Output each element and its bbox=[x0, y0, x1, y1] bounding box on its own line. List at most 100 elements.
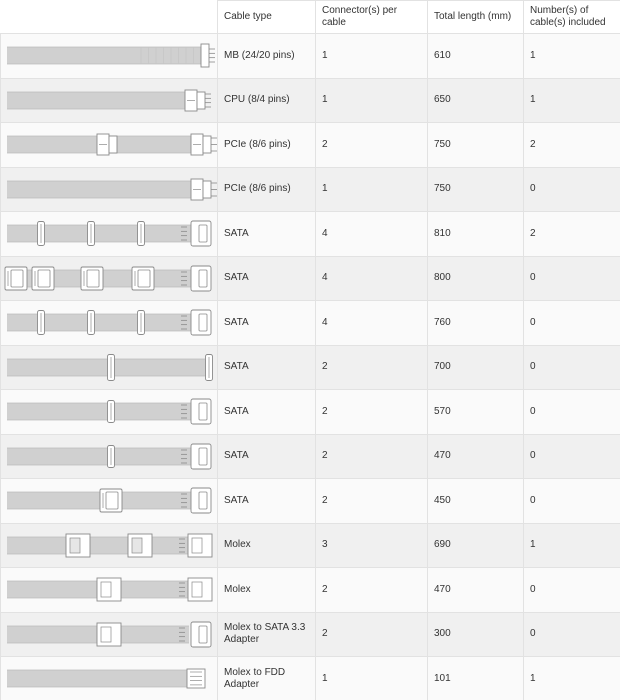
molex-fdd-adapter-icon bbox=[7, 668, 206, 689]
table-header-row: Cable type Connector(s) per cable Total … bbox=[0, 0, 620, 34]
included-cell: 0 bbox=[523, 344, 620, 390]
pcie-single-cable-icon bbox=[7, 178, 217, 201]
pcie-dual-cable-icon bbox=[7, 133, 217, 156]
header-cable-image bbox=[0, 0, 218, 34]
table-row: Molex 3 690 1 bbox=[0, 522, 620, 568]
cable-image-cell bbox=[0, 433, 218, 479]
cable-type-cell: SATA bbox=[217, 255, 316, 301]
cable-type-cell: Molex to SATA 3.3 Adapter bbox=[217, 611, 316, 657]
connectors-cell: 1 bbox=[315, 33, 428, 79]
length-cell: 610 bbox=[427, 33, 524, 79]
table-row: SATA 4 760 0 bbox=[0, 300, 620, 346]
sata-2-slim-cable-icon bbox=[7, 398, 212, 425]
cable-image-cell bbox=[0, 255, 218, 301]
connectors-cell: 2 bbox=[315, 478, 428, 524]
length-cell: 450 bbox=[427, 478, 524, 524]
included-cell: 0 bbox=[523, 611, 620, 657]
length-cell: 800 bbox=[427, 255, 524, 301]
connectors-cell: 2 bbox=[315, 344, 428, 390]
connectors-cell: 2 bbox=[315, 122, 428, 168]
cable-image-cell bbox=[0, 33, 218, 79]
cable-type-cell: Molex to FDD Adapter bbox=[217, 656, 316, 700]
cable-type-cell: PCIe (8/6 pins) bbox=[217, 122, 316, 168]
length-cell: 570 bbox=[427, 389, 524, 435]
sata-4-slim-cable-icon bbox=[7, 220, 212, 247]
table-row: SATA 4 810 2 bbox=[0, 211, 620, 257]
sata-4-slim-cable-icon bbox=[7, 309, 212, 336]
cable-image-cell bbox=[0, 344, 218, 390]
cable-type-cell: SATA bbox=[217, 300, 316, 346]
cable-image-cell bbox=[0, 300, 218, 346]
length-cell: 750 bbox=[427, 166, 524, 212]
included-cell: 0 bbox=[523, 300, 620, 346]
cable-image-cell bbox=[0, 611, 218, 657]
cable-type-cell: SATA bbox=[217, 478, 316, 524]
cpu-cable-icon bbox=[7, 89, 211, 112]
cable-type-cell: SATA bbox=[217, 433, 316, 479]
included-cell: 0 bbox=[523, 389, 620, 435]
length-cell: 101 bbox=[427, 656, 524, 700]
table-row: SATA 2 700 0 bbox=[0, 344, 620, 390]
included-cell: 0 bbox=[523, 255, 620, 301]
cable-image-cell bbox=[0, 166, 218, 212]
cable-type-cell: Molex bbox=[217, 522, 316, 568]
molex-2-cable-icon bbox=[7, 577, 213, 602]
length-cell: 650 bbox=[427, 77, 524, 123]
sata-2-slim-cable-icon bbox=[7, 443, 212, 470]
length-cell: 700 bbox=[427, 344, 524, 390]
cable-type-cell: SATA bbox=[217, 389, 316, 435]
connectors-cell: 2 bbox=[315, 433, 428, 479]
cable-image-cell bbox=[0, 122, 218, 168]
cable-image-cell bbox=[0, 77, 218, 123]
included-cell: 1 bbox=[523, 77, 620, 123]
cable-image-cell bbox=[0, 389, 218, 435]
header-connectors: Connector(s) per cable bbox=[315, 0, 428, 34]
molex-3-cable-icon bbox=[7, 533, 213, 558]
cable-image-cell bbox=[0, 211, 218, 257]
cable-type-cell: Molex bbox=[217, 567, 316, 613]
length-cell: 470 bbox=[427, 433, 524, 479]
connectors-cell: 4 bbox=[315, 300, 428, 346]
included-cell: 0 bbox=[523, 166, 620, 212]
length-cell: 760 bbox=[427, 300, 524, 346]
connectors-cell: 1 bbox=[315, 77, 428, 123]
length-cell: 750 bbox=[427, 122, 524, 168]
table-row: SATA 2 470 0 bbox=[0, 433, 620, 479]
included-cell: 2 bbox=[523, 211, 620, 257]
connectors-cell: 4 bbox=[315, 255, 428, 301]
included-cell: 0 bbox=[523, 433, 620, 479]
sata-2-end-slim-cable-icon bbox=[7, 353, 213, 381]
table-row: CPU (8/4 pins) 1 650 1 bbox=[0, 77, 620, 123]
table-row: SATA 2 450 0 bbox=[0, 478, 620, 524]
connectors-cell: 4 bbox=[315, 211, 428, 257]
included-cell: 0 bbox=[523, 478, 620, 524]
included-cell: 1 bbox=[523, 656, 620, 700]
table-row: Molex to FDD Adapter 1 101 1 bbox=[0, 656, 620, 700]
table-row: PCIe (8/6 pins) 2 750 2 bbox=[0, 122, 620, 168]
length-cell: 300 bbox=[427, 611, 524, 657]
header-included: Number(s) of cable(s) included bbox=[523, 0, 620, 34]
table-row: Molex to SATA 3.3 Adapter 2 300 0 bbox=[0, 611, 620, 657]
connectors-cell: 1 bbox=[315, 166, 428, 212]
length-cell: 690 bbox=[427, 522, 524, 568]
cable-type-cell: PCIe (8/6 pins) bbox=[217, 166, 316, 212]
cable-image-cell bbox=[0, 478, 218, 524]
included-cell: 1 bbox=[523, 522, 620, 568]
table-row: PCIe (8/6 pins) 1 750 0 bbox=[0, 166, 620, 212]
connectors-cell: 2 bbox=[315, 611, 428, 657]
header-length: Total length (mm) bbox=[427, 0, 524, 34]
table-row: SATA 4 800 0 bbox=[0, 255, 620, 301]
length-cell: 470 bbox=[427, 567, 524, 613]
included-cell: 2 bbox=[523, 122, 620, 168]
included-cell: 1 bbox=[523, 33, 620, 79]
cable-type-cell: CPU (8/4 pins) bbox=[217, 77, 316, 123]
table-row: Molex 2 470 0 bbox=[0, 567, 620, 613]
table-row: SATA 2 570 0 bbox=[0, 389, 620, 435]
connectors-cell: 3 bbox=[315, 522, 428, 568]
cable-image-cell bbox=[0, 522, 218, 568]
molex-sata-adapter-icon bbox=[7, 621, 212, 648]
length-cell: 810 bbox=[427, 211, 524, 257]
sata-4-wide-cable-icon bbox=[4, 265, 212, 292]
header-cable-type: Cable type bbox=[217, 0, 316, 34]
connectors-cell: 2 bbox=[315, 567, 428, 613]
